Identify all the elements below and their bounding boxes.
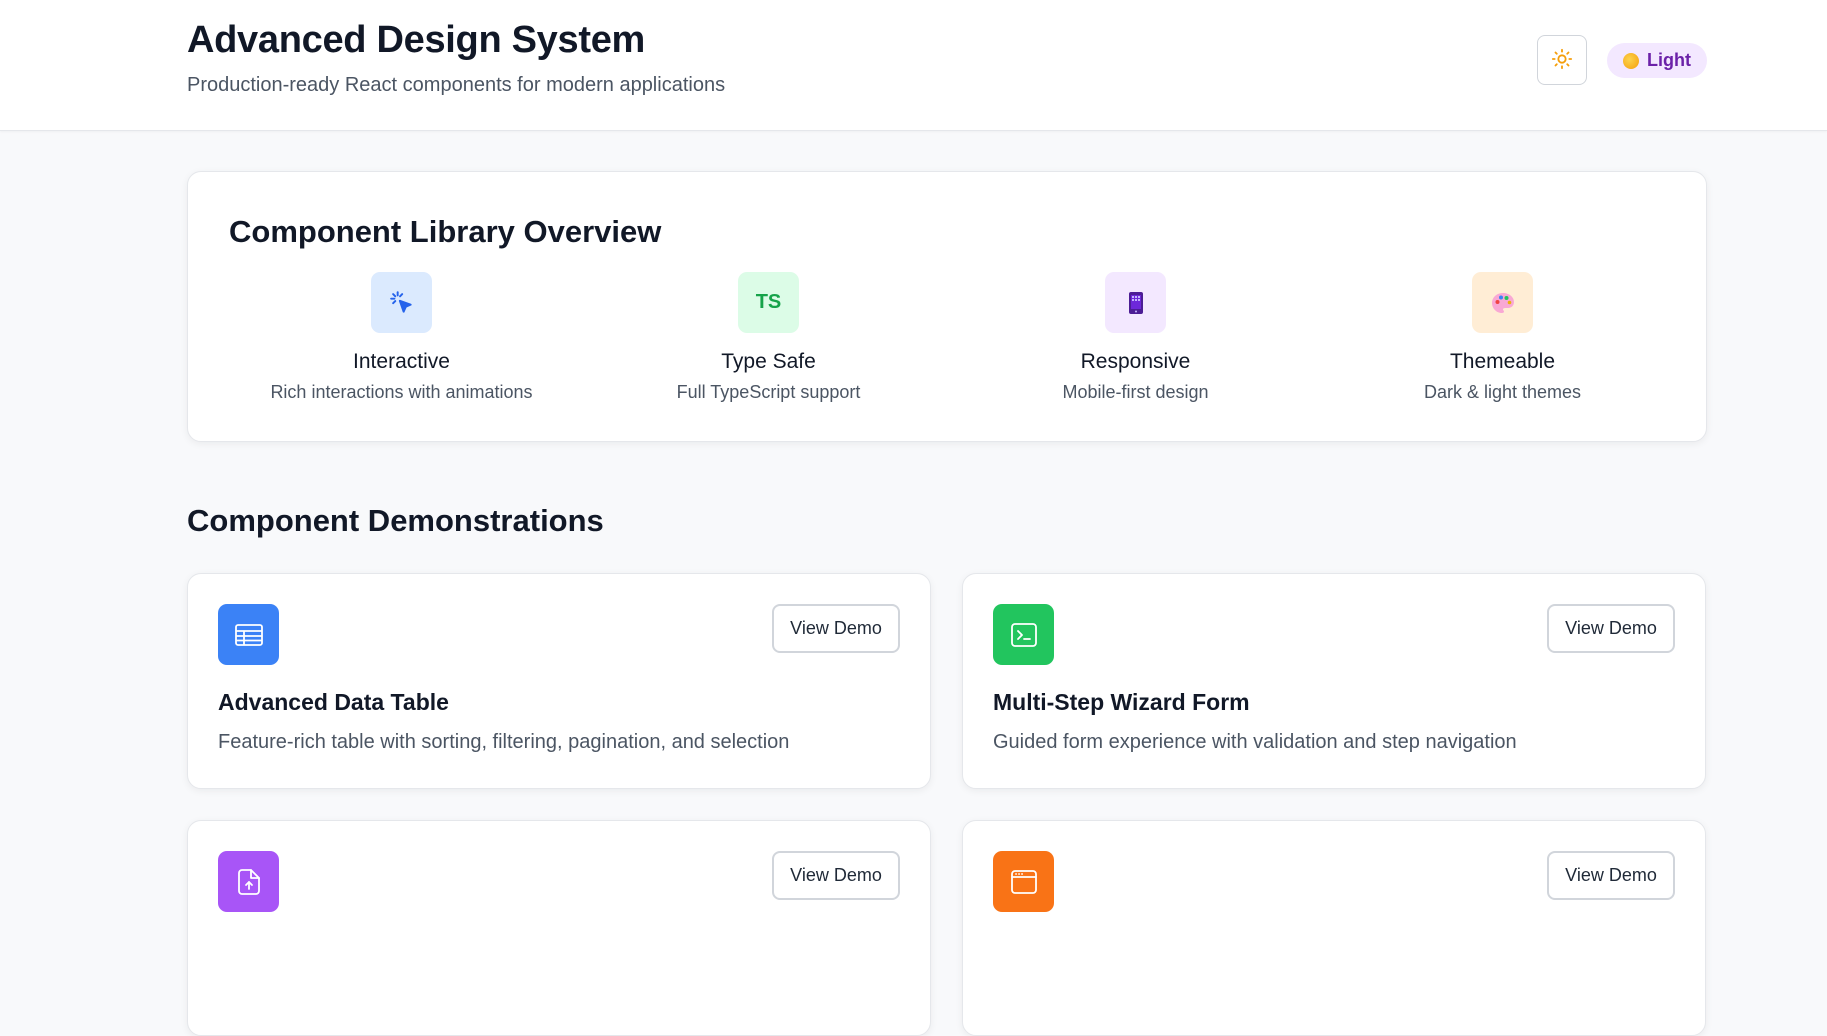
card-title: Multi-Step Wizard Form xyxy=(993,689,1250,715)
page-subtitle: Production-ready React components for mo… xyxy=(187,74,726,96)
mobile-phone-icon xyxy=(1105,272,1166,333)
theme-toggle-button[interactable] xyxy=(1537,35,1587,85)
feature-desc: Full TypeScript support xyxy=(676,382,861,402)
overview-title: Component Library Overview xyxy=(229,214,662,249)
section-title: Component Demonstrations xyxy=(187,503,604,538)
demo-card-wizard-form: View Demo Multi-Step Wizard Form Guided … xyxy=(962,573,1706,789)
card-description: Feature-rich table with sorting, filteri… xyxy=(218,731,790,753)
cursor-click-icon xyxy=(371,272,432,333)
view-demo-button[interactable]: View Demo xyxy=(772,604,900,653)
feature-title: Themeable xyxy=(1449,350,1556,373)
feature-type-safe: TS Type Safe Full TypeScript support xyxy=(585,272,952,403)
card-title: Advanced Data Table xyxy=(218,689,449,715)
palette-icon xyxy=(1472,272,1533,333)
sun-icon xyxy=(1551,48,1573,73)
demo-card-file-upload: View Demo xyxy=(187,820,931,1036)
feature-title: Responsive xyxy=(1080,350,1191,373)
view-demo-button[interactable]: View Demo xyxy=(1547,851,1675,900)
theme-badge-label: Light xyxy=(1647,50,1691,70)
card-description: Guided form experience with validation a… xyxy=(993,731,1517,753)
demo-card-data-table: View Demo Advanced Data Table Feature-ri… xyxy=(187,573,931,789)
browser-window-icon xyxy=(993,851,1054,912)
feature-desc: Dark & light themes xyxy=(1423,382,1582,402)
view-demo-button[interactable]: View Demo xyxy=(772,851,900,900)
feature-desc: Mobile-first design xyxy=(1062,382,1209,402)
demo-card-browser-window: View Demo xyxy=(962,820,1706,1036)
page-title: Advanced Design System xyxy=(187,19,646,61)
overview-card: Component Library Overview Interactive R… xyxy=(187,171,1707,442)
app-header: Advanced Design System Production-ready … xyxy=(0,0,1827,131)
feature-title: Interactive xyxy=(353,350,450,373)
feature-title: Type Safe xyxy=(721,350,816,373)
feature-desc: Rich interactions with animations xyxy=(270,382,533,402)
file-upload-icon xyxy=(218,851,279,912)
view-demo-button[interactable]: View Demo xyxy=(1547,604,1675,653)
feature-responsive: Responsive Mobile-first design xyxy=(952,272,1319,403)
feature-interactive: Interactive Rich interactions with anima… xyxy=(218,272,585,403)
terminal-icon xyxy=(993,604,1054,665)
theme-status-badge: Light xyxy=(1607,43,1707,78)
typescript-icon: TS xyxy=(738,272,799,333)
feature-themeable: Themeable Dark & light themes xyxy=(1319,272,1686,403)
table-icon xyxy=(218,604,279,665)
sun-emoji-icon xyxy=(1623,52,1639,69)
